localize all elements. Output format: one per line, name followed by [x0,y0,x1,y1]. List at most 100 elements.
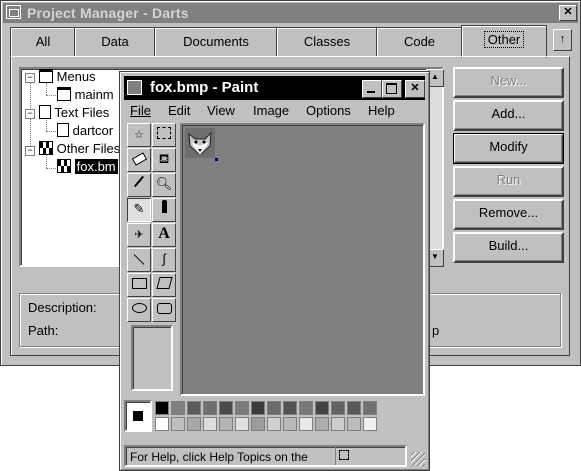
tab-all[interactable]: All [10,27,76,56]
palette-swatch[interactable] [171,401,185,415]
run-button[interactable]: Run [453,166,564,197]
pencil-tool[interactable]: ✎ [127,198,151,222]
project-manager-titlebar[interactable]: Project Manager - Darts ✕ [3,3,578,23]
palette-swatch[interactable] [203,417,217,431]
add-button[interactable]: Add... [453,100,564,131]
rect-select-tool[interactable] [152,123,176,147]
palette-swatch[interactable] [187,417,201,431]
rectangle-tool[interactable] [127,273,151,297]
foreground-color-swatch [132,410,144,422]
polygon-tool[interactable] [152,273,176,297]
tab-code[interactable]: Code [376,27,463,56]
tab-label: Data [101,34,129,49]
collapse-other-files-toggle[interactable]: − [25,146,35,156]
fox-icon [188,131,212,156]
modify-button[interactable]: Modify [453,133,564,164]
tree-item-menus[interactable]: Menus [39,69,96,84]
curve-icon: ∫ [162,251,166,266]
palette-swatch[interactable] [219,417,233,431]
project-manager-icon [6,5,21,19]
resize-grip[interactable] [411,452,425,466]
tree-item-other-files[interactable]: Other Files [39,141,120,156]
line-tool[interactable] [127,248,151,272]
palette-swatch[interactable] [299,401,313,415]
tab-documents[interactable]: Documents [154,27,278,56]
palette-swatch[interactable] [155,417,169,431]
close-button[interactable]: ✕ [559,5,577,21]
document-icon [39,105,51,119]
palette-swatch[interactable] [235,417,249,431]
document-icon [57,123,69,137]
palette-swatch[interactable] [235,401,249,415]
rect-select-icon [157,127,171,139]
button-label: Build... [488,238,529,253]
menu-label: Edit [168,103,191,118]
fox-image-canvas[interactable] [185,128,215,158]
eraser-tool[interactable] [127,148,151,172]
tab-data[interactable]: Data [74,27,156,56]
menu-edit[interactable]: Edit [168,103,190,118]
fill-tool[interactable]: ⛾ [152,148,176,172]
current-colors[interactable] [124,400,152,432]
rounded-rectangle-tool[interactable] [152,298,176,322]
palette-swatch[interactable] [363,401,377,415]
palette-swatch[interactable] [155,401,169,415]
tree-item-text-files[interactable]: Text Files [39,105,109,120]
canvas-area[interactable] [180,123,425,396]
airbrush-tool[interactable]: ✈ [127,223,151,247]
palette-swatch[interactable] [267,401,281,415]
palette-swatch[interactable] [171,417,185,431]
tab-classes[interactable]: Classes [276,27,378,56]
minimize-button[interactable] [362,80,382,98]
palette-swatch[interactable] [347,417,361,431]
palette-swatch[interactable] [267,417,281,431]
palette-swatch[interactable] [347,401,361,415]
collapse-menus-toggle[interactable]: − [25,73,35,83]
brush-icon [161,200,167,213]
brush-tool[interactable] [152,198,176,222]
menu-help[interactable]: Help [368,103,395,118]
remove-button[interactable]: Remove... [453,199,564,230]
tree-item-mainmenu[interactable]: mainm [57,87,114,102]
button-label: Run [496,172,521,187]
maximize-button[interactable] [382,80,402,98]
palette-swatch[interactable] [219,401,233,415]
new-button[interactable]: New... [453,67,564,98]
palette-swatch[interactable] [283,401,297,415]
menu-label: File [130,103,151,118]
magnifier-tool[interactable]: 🔍︎ [152,173,176,197]
tree-item-fox-bmp[interactable]: fox.bm [57,159,118,174]
palette-swatch[interactable] [283,417,297,431]
palette-swatch[interactable] [331,401,345,415]
menu-icon [39,69,53,83]
palette-swatch[interactable] [363,417,377,431]
palette-swatch[interactable] [331,417,345,431]
menu-view[interactable]: View [207,103,235,118]
build-button[interactable]: Build... [453,232,564,263]
free-select-tool[interactable]: ☆ [127,123,151,147]
palette-swatch[interactable] [315,401,329,415]
tree-item-dartcor[interactable]: dartcor [57,123,113,138]
palette-swatch[interactable] [251,417,265,431]
menu-options[interactable]: Options [306,103,351,118]
paint-close-button[interactable]: ✕ [405,80,425,98]
ellipse-tool[interactable] [127,298,151,322]
tab-other[interactable]: Other [461,25,547,58]
palette-swatch[interactable] [299,417,313,431]
curve-tool[interactable]: ∫ [152,248,176,272]
collapse-text-files-toggle[interactable]: − [25,109,35,119]
menu-image[interactable]: Image [253,103,289,118]
text-tool[interactable]: A [152,223,176,247]
palette-swatch[interactable] [187,401,201,415]
color-picker-tool[interactable] [127,173,151,197]
palette-swatch[interactable] [251,401,265,415]
tool-options-box[interactable] [131,325,173,391]
paint-app-icon [127,80,142,95]
resize-handle[interactable] [215,158,218,161]
paint-titlebar[interactable]: fox.bmp - Paint ✕ [124,76,425,100]
tab-label: Classes [303,34,351,49]
palette-swatch[interactable] [315,417,329,431]
collapse-button[interactable]: ↑ [553,29,572,51]
menu-file[interactable]: File [130,103,151,118]
palette-swatch[interactable] [203,401,217,415]
